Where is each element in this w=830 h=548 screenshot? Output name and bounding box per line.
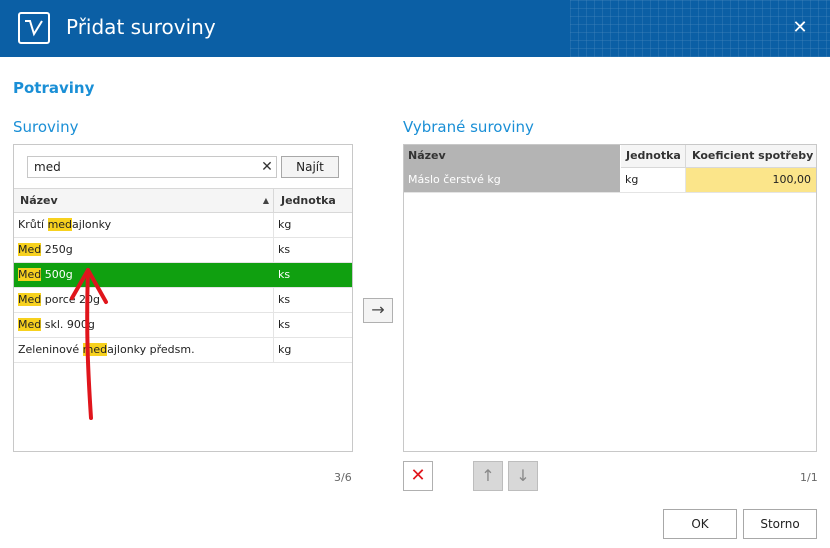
delete-button[interactable]: ✕	[403, 461, 433, 491]
selected-ingredients-panel: Název Jednotka Koeficient spotřeby Máslo…	[403, 144, 817, 452]
ok-button[interactable]: OK	[663, 509, 737, 539]
row-unit: ks	[278, 318, 291, 331]
search-highlight: Med	[18, 243, 42, 256]
selected-row-name: Máslo čerstvé kg	[404, 168, 621, 192]
sort-ascending-icon: ▲	[262, 196, 269, 205]
right-pager: 1/1	[800, 471, 818, 484]
selected-row-unit: kg	[621, 168, 686, 192]
row-name-prefix: Krůtí	[18, 218, 48, 231]
row-name-suffix: ajlonky	[72, 218, 112, 231]
row-name-suffix: 250g	[41, 243, 73, 256]
column-header-coefficient[interactable]: Koeficient spotřeby	[686, 145, 816, 168]
selected-table-row[interactable]: Máslo čerstvé kg kg 100,00	[404, 168, 816, 193]
search-highlight: Med	[18, 293, 42, 306]
row-unit: ks	[278, 268, 291, 281]
row-unit: kg	[278, 218, 292, 231]
search-highlight: Med	[18, 318, 42, 331]
column-header-selected-name[interactable]: Název	[404, 145, 621, 168]
row-name: Med skl. 900g	[14, 313, 274, 337]
move-up-button[interactable]: ↑	[473, 461, 503, 491]
column-header-selected-unit[interactable]: Jednotka	[621, 145, 686, 168]
left-panel-title: Suroviny	[13, 118, 79, 136]
search-highlight: Med	[18, 268, 42, 281]
row-name: Med porce 20g	[14, 288, 274, 312]
app-logo-icon	[18, 12, 50, 44]
search-highlight: med	[47, 218, 73, 231]
selected-grid-header: Název Jednotka Koeficient spotřeby	[404, 145, 816, 168]
row-unit: ks	[278, 243, 291, 256]
window-title: Přidat suroviny	[66, 15, 216, 39]
right-panel-title: Vybrané suroviny	[403, 118, 534, 136]
column-header-name-label: Název	[20, 194, 58, 207]
title-bar: Přidat suroviny ✕	[0, 0, 830, 57]
find-button[interactable]: Najít	[281, 156, 339, 178]
table-row[interactable]: Med 250g ks	[14, 238, 352, 263]
grid-header: Název ▲ Jednotka	[14, 188, 352, 213]
row-name: Zeleninové medajlonky předsm.	[14, 338, 274, 362]
row-name-suffix: ajlonky předsm.	[107, 343, 195, 356]
left-pager: 3/6	[334, 471, 352, 484]
row-name: Med 500g	[14, 263, 274, 287]
column-header-unit[interactable]: Jednotka	[274, 189, 352, 212]
column-header-name[interactable]: Název ▲	[14, 189, 274, 212]
coefficient-field[interactable]: 100,00	[686, 168, 816, 192]
row-name: Med 250g	[14, 238, 274, 262]
annotation-arrow-icon	[70, 268, 108, 420]
section-title: Potraviny	[13, 79, 95, 97]
cancel-button[interactable]: Storno	[743, 509, 817, 539]
close-icon[interactable]: ✕	[788, 16, 812, 40]
row-unit: ks	[278, 293, 291, 306]
move-right-button[interactable]: →	[363, 298, 393, 323]
search-input[interactable]: med	[27, 156, 277, 178]
clear-search-icon[interactable]: ✕	[258, 156, 276, 178]
move-down-button[interactable]: ↓	[508, 461, 538, 491]
row-unit: kg	[278, 343, 292, 356]
table-row[interactable]: Krůtí medajlonky kg	[14, 213, 352, 238]
app-logo-glyph	[25, 20, 43, 37]
row-name: Krůtí medajlonky	[14, 213, 274, 237]
